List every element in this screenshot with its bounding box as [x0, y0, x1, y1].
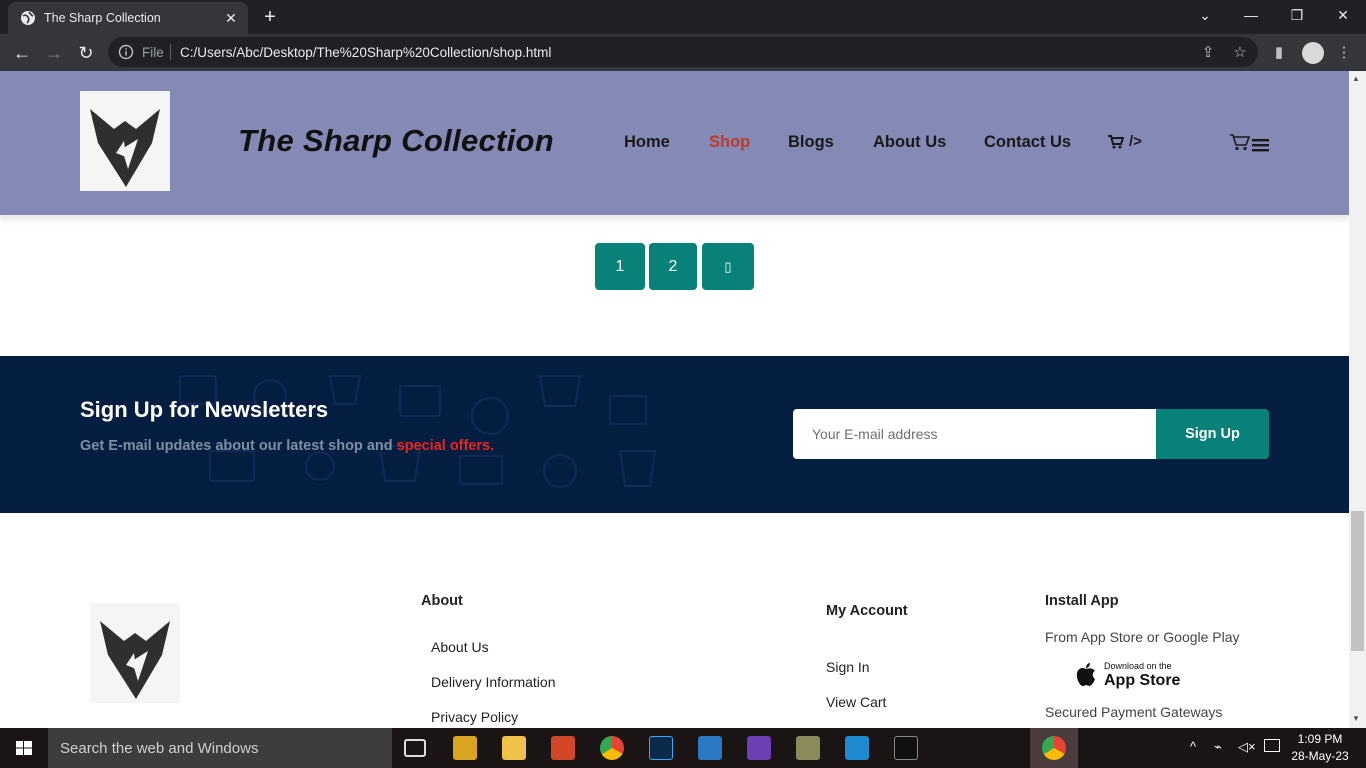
page-viewport: The Sharp Collection Home Shop Blogs Abo… [0, 71, 1349, 728]
footer-link-delivery-information[interactable]: Delivery Information [431, 674, 556, 690]
profile-avatar[interactable] [1302, 42, 1324, 64]
forward-icon[interactable]: → [41, 40, 67, 66]
footer-link-privacy-policy[interactable]: Privacy Policy [431, 709, 518, 725]
nav-about-us[interactable]: About Us [873, 133, 946, 152]
text-editor-icon[interactable] [698, 736, 722, 760]
fox-logo-icon [100, 621, 170, 699]
nav-cart-text: /> [1129, 133, 1142, 150]
footer-link-about-us[interactable]: About Us [431, 639, 489, 655]
nav-shop[interactable]: Shop [709, 133, 750, 152]
browser-toolbar: ← → ↻ File C:/Users/Abc/Desktop/The%20Sh… [0, 34, 1366, 71]
taskbar-search-placeholder: Search the web and Windows [60, 740, 259, 757]
tools-app-icon[interactable] [796, 736, 820, 760]
browser-tab[interactable]: The Sharp Collection ✕ [8, 2, 248, 34]
windows-start-icon[interactable] [0, 728, 48, 768]
page-1-button[interactable]: 1 [595, 243, 645, 290]
fox-logo-icon [90, 109, 160, 187]
tab-close-icon[interactable]: ✕ [222, 9, 240, 27]
app-store-badge-big: App Store [1104, 672, 1181, 689]
minimize-icon[interactable]: — [1228, 0, 1274, 32]
windows-taskbar: Search the web and Windows ^ ⌁ ◁× 1:09 P… [0, 728, 1366, 768]
background-pattern-icon [179, 375, 657, 488]
page-2-button[interactable]: 2 [649, 243, 697, 290]
archive-app-icon[interactable] [453, 736, 477, 760]
tab-title: The Sharp Collection [44, 11, 161, 25]
cart-icon [1108, 134, 1124, 148]
menu-kebab-icon[interactable]: ⋮ [1334, 43, 1354, 63]
terminal-icon[interactable] [894, 736, 918, 760]
newsletter-offer-text: special offers. [396, 438, 495, 454]
reload-icon[interactable]: ↻ [73, 40, 99, 66]
restore-icon[interactable]: ❐ [1274, 0, 1320, 32]
newsletter-signup-button[interactable]: Sign Up [1156, 409, 1269, 459]
nav-blogs[interactable]: Blogs [788, 133, 834, 152]
footer-about-heading: About [421, 593, 463, 609]
address-separator [170, 44, 171, 60]
footer-app-text: From App Store or Google Play [1045, 629, 1240, 645]
taskbar-active-chrome[interactable] [1030, 728, 1078, 768]
cart-outline-icon[interactable] [1229, 133, 1251, 151]
footer-payments-text: Secured Payment Gateways [1045, 704, 1223, 720]
footer-link-sign-in[interactable]: Sign In [826, 659, 870, 675]
network-icon[interactable]: ⌁ [1214, 739, 1222, 755]
newsletter-title: Sign Up for Newsletters [80, 397, 329, 422]
newsletter-subtitle: Get E-mail updates about our latest shop… [80, 438, 494, 454]
newsletter-email-input[interactable] [793, 409, 1156, 459]
site-header: The Sharp Collection Home Shop Blogs Abo… [0, 71, 1349, 215]
volume-muted-icon[interactable]: ◁× [1238, 739, 1256, 755]
share-icon[interactable]: ⇪ [1198, 43, 1218, 63]
nav-cart[interactable]: /> [1108, 133, 1142, 150]
scrollbar-thumb[interactable] [1351, 511, 1364, 651]
newsletter-section: Sign Up for Newsletters Get E-mail updat… [0, 356, 1349, 513]
tab-search-icon[interactable]: ⌄ [1182, 0, 1228, 32]
photoshop-icon[interactable] [649, 736, 673, 760]
task-view-icon[interactable] [404, 739, 426, 757]
app-store-badge[interactable]: Download on the App Store [1066, 657, 1186, 691]
clock-time: 1:09 PM [1297, 732, 1343, 746]
app-store-badge-small: Download on the [1104, 661, 1172, 671]
next-page-button[interactable]: ▯ [702, 243, 754, 290]
close-window-icon[interactable]: ✕ [1320, 0, 1366, 32]
side-panel-icon[interactable]: ▮ [1269, 43, 1289, 63]
taskbar-clock[interactable]: 1:09 PM 28-May-23 [1290, 731, 1350, 765]
info-icon[interactable] [118, 44, 134, 60]
nav-home[interactable]: Home [624, 133, 670, 152]
globe-icon [21, 11, 35, 25]
scroll-down-icon[interactable]: ▼ [1352, 714, 1360, 723]
newsletter-subtitle-text: Get E-mail updates about our latest shop… [80, 438, 393, 454]
site-logo[interactable] [80, 91, 170, 191]
page-scrollbar[interactable]: ▲ ▼ [1349, 71, 1366, 728]
brand-title: The Sharp Collection [238, 123, 555, 158]
footer-logo[interactable] [90, 603, 180, 703]
url-text[interactable]: C:/Users/Abc/Desktop/The%20Sharp%20Colle… [180, 45, 551, 60]
scroll-up-icon[interactable]: ▲ [1352, 74, 1360, 83]
file-explorer-icon[interactable] [502, 736, 526, 760]
hamburger-menu-icon[interactable] [1252, 139, 1269, 152]
browser-tab-bar: The Sharp Collection ✕ + ⌄ — ❐ ✕ [0, 0, 1366, 34]
vscode-icon[interactable] [845, 736, 869, 760]
back-icon[interactable]: ← [9, 40, 35, 66]
nav-contact-us[interactable]: Contact Us [984, 133, 1071, 152]
file-label: File [142, 45, 164, 60]
chrome-icon[interactable] [600, 736, 624, 760]
tray-chevron-icon[interactable]: ^ [1190, 739, 1196, 754]
powerpoint-icon[interactable] [551, 736, 575, 760]
chrome-profile-icon [1042, 736, 1066, 760]
bookmark-star-icon[interactable]: ☆ [1230, 43, 1250, 63]
clock-date: 28-May-23 [1291, 749, 1349, 763]
footer-link-view-cart[interactable]: View Cart [826, 694, 886, 710]
address-bar[interactable]: File C:/Users/Abc/Desktop/The%20Sharp%20… [108, 37, 1258, 67]
footer-install-app-heading: Install App [1045, 593, 1119, 609]
footer-account-heading: My Account [826, 603, 908, 619]
apple-icon [1076, 663, 1095, 686]
notifications-icon[interactable] [1264, 739, 1280, 752]
taskbar-search-box[interactable]: Search the web and Windows [48, 728, 392, 768]
visual-studio-icon[interactable] [747, 736, 771, 760]
new-tab-button[interactable]: + [258, 6, 282, 28]
